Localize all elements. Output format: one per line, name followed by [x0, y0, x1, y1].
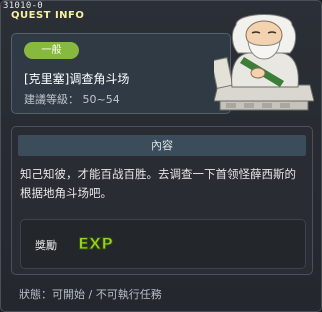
content-section-header: 內容 — [18, 135, 306, 156]
level-label: 建議等級： — [24, 93, 79, 106]
quest-info-window: 31010-0 QUEST INFO 一般 [克里塞]调查角斗场 建議等級： 5… — [0, 0, 322, 312]
level-value: 50~54 — [82, 93, 120, 106]
npc-sage-portrait — [214, 14, 314, 111]
quest-header-panel: 一般 [克里塞]调查角斗场 建議等級： 50~54 — [11, 33, 231, 114]
recommended-level: 建議等級： 50~54 — [24, 91, 120, 107]
status-label: 狀態： — [19, 288, 52, 301]
window-title: QUEST INFO — [11, 10, 85, 21]
quest-name: [克里塞]调查角斗场 — [24, 72, 130, 86]
quest-description: 知己知彼，才能百战百胜。去调查一下首领怪薛西斯的根据地角斗场吧。 — [20, 167, 296, 200]
category-badge: 一般 — [24, 42, 79, 59]
quest-status: 狀態：可開始 / 不可執行任務 — [19, 286, 162, 302]
content-panel: 內容 知己知彼，才能百战百胜。去调查一下首领怪薛西斯的根据地角斗场吧。 獎勵 E… — [11, 126, 313, 275]
exp-icon: EXP — [78, 234, 114, 254]
reward-box: 獎勵 EXP — [20, 219, 306, 269]
exp-text: EXP — [78, 234, 113, 253]
status-value: 可開始 / 不可執行任務 — [52, 288, 162, 301]
reward-label: 獎勵 — [35, 239, 57, 252]
